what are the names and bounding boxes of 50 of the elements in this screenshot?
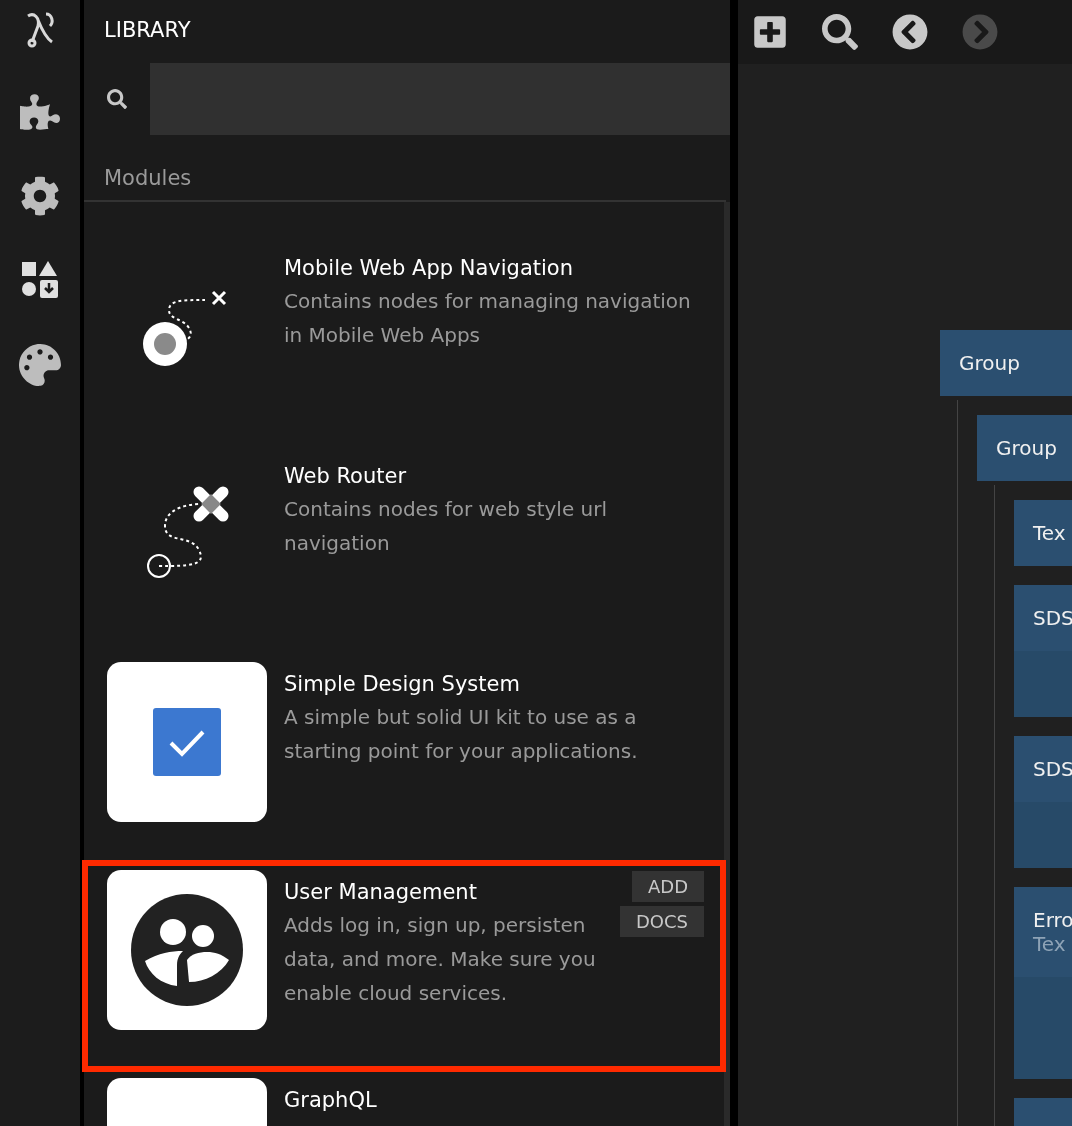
add-icon <box>752 14 788 50</box>
module-title: User Management <box>284 879 478 906</box>
chevron-right-icon <box>962 14 998 50</box>
node-label: Group <box>996 436 1058 460</box>
toolbar-button[interactable] <box>822 14 858 50</box>
toolbar-button[interactable] <box>752 14 788 50</box>
module-title: Simple Design System <box>284 671 521 698</box>
canvas-node[interactable]: SDS <box>1014 585 1072 717</box>
canvas-node[interactable]: Tex <box>1014 500 1072 566</box>
module-description: A simple but solid UI kit to use as a starting point for your applications. <box>284 704 639 765</box>
node-label: Erro <box>1033 908 1072 932</box>
node-label: SDS <box>1033 606 1072 630</box>
module-item[interactable]: Web Router Contains nodes for web style url navigation <box>84 446 724 654</box>
module-description: Contains nodes for web style url navigation <box>284 496 609 557</box>
module-item[interactable]: GraphQL <box>84 1070 724 1126</box>
node-label: Tex <box>1033 521 1067 545</box>
canvas-node[interactable]: Group <box>977 415 1072 481</box>
module-description: Contains nodes for managing navigation in Mobile Web Apps <box>284 288 692 349</box>
modules-button[interactable] <box>20 92 60 132</box>
node-subtitle: Tex <box>1033 932 1067 956</box>
module-title: Mobile Web App Navigation <box>284 255 574 282</box>
module-action-button[interactable]: DOCS <box>619 906 704 937</box>
puzzle-icon <box>20 92 60 132</box>
checkbox-icon <box>153 708 221 776</box>
components-button[interactable] <box>20 260 60 300</box>
search-field[interactable] <box>150 63 730 135</box>
module-title: Web Router <box>284 463 408 490</box>
panel-title: LIBRARY <box>103 17 192 42</box>
search-icon <box>822 14 858 50</box>
canvas-node[interactable]: Group <box>940 330 1072 396</box>
canvas-node[interactable]: Erro Tex <box>1014 887 1072 1079</box>
module-action-button[interactable]: ADD <box>631 871 704 902</box>
node-label: SDS <box>1033 757 1072 781</box>
canvas-node[interactable]: SDS <box>1014 736 1072 868</box>
palette-icon <box>19 344 61 386</box>
gear-icon <box>20 176 60 216</box>
highlighted-module-item[interactable]: User Management Adds log in, sign up, persisten data, and more. Make sure you enable cloud services. ADD DOCS <box>84 862 724 1070</box>
module-title: GraphQL <box>284 1087 378 1114</box>
search-icon <box>107 89 127 109</box>
node-label: Group <box>959 351 1021 375</box>
section-header: Modules <box>84 134 726 202</box>
toolbar-button[interactable] <box>892 14 928 50</box>
users-circle-icon <box>131 894 243 1006</box>
module-item[interactable]: Mobile Web App Navigation Contains nodes for managing navigation in Mobile Web Apps <box>84 238 724 446</box>
settings-button[interactable] <box>20 176 60 216</box>
chevron-left-icon <box>892 14 928 50</box>
module-description: Adds log in, sign up, persisten data, and more. Make sure you enable cloud services. <box>284 912 597 1007</box>
styles-button[interactable] <box>19 344 61 386</box>
shapes-download-icon <box>20 260 60 300</box>
module-item[interactable]: Simple Design System A simple but solid UI kit to use as a starting point for your applications. <box>84 654 724 862</box>
